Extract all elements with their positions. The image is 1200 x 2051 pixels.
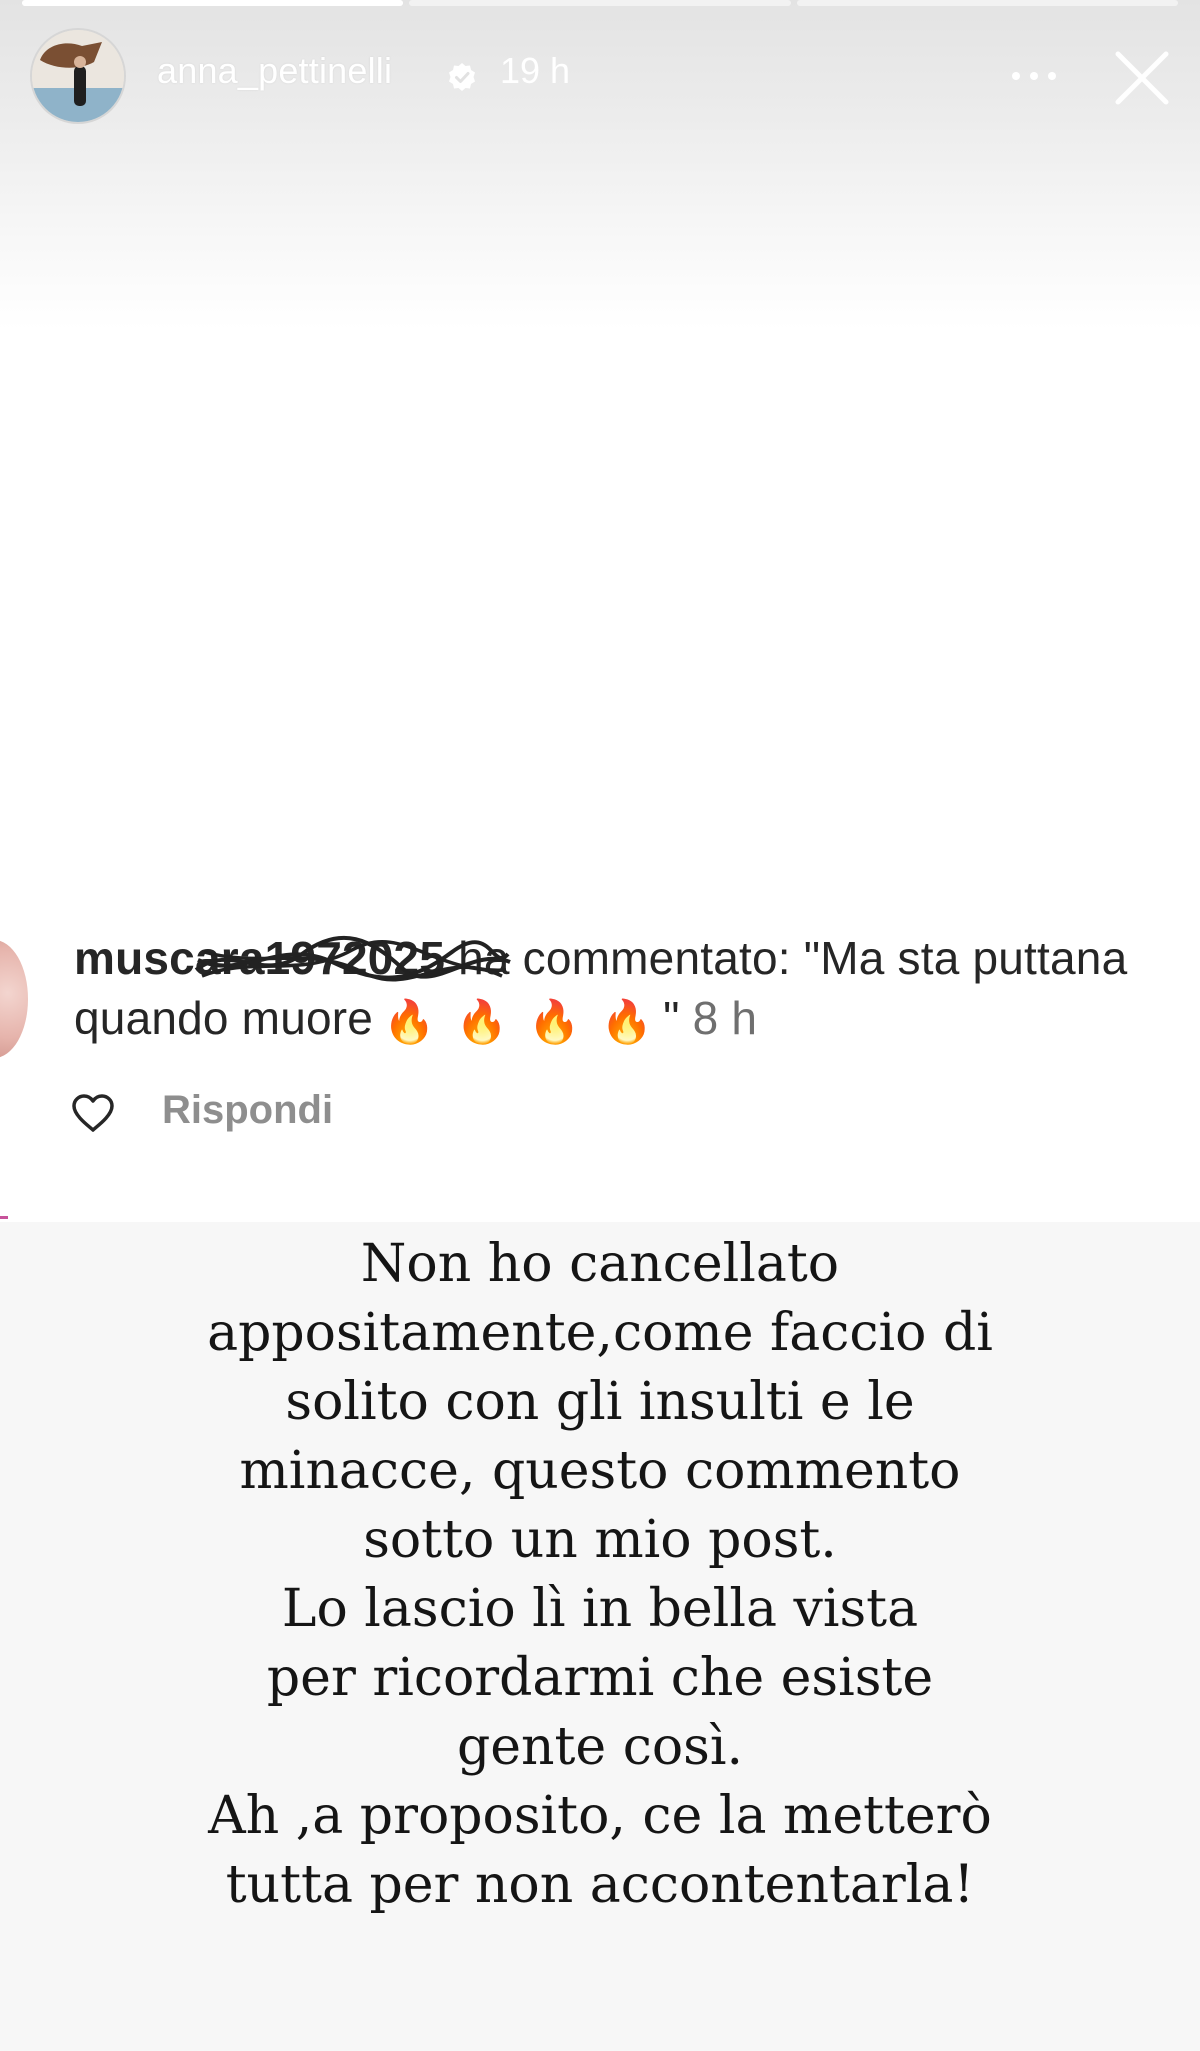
caption-line: appositamente,come faccio di	[207, 1303, 993, 1363]
commenter-avatar	[0, 940, 28, 1058]
caption-line: Non ho cancellato	[360, 1234, 840, 1294]
comment-closing-quote: "	[663, 992, 680, 1044]
comment-timestamp: 8 h	[692, 992, 758, 1044]
story-progress-segment	[796, 0, 1178, 6]
more-horizontal-icon	[1012, 72, 1056, 80]
caption-line: per ricordarmi che esiste	[266, 1648, 934, 1708]
caption-line: minacce, questo commento	[239, 1441, 961, 1501]
verified-badge-icon	[449, 63, 475, 91]
story-progress-segment	[22, 0, 404, 6]
caption-line: Lo lascio lì in bella vista	[281, 1579, 919, 1639]
profile-avatar[interactable]	[32, 30, 124, 122]
comment-screenshot: muscara1972025 ha commentato: "Ma sta pu…	[0, 880, 1200, 1220]
story-caption: Non ho cancellato appositamente,come fac…	[100, 1230, 1100, 1920]
avatar-image	[32, 30, 124, 122]
like-comment-button[interactable]	[70, 1092, 116, 1134]
caption-line: gente così.	[456, 1717, 744, 1777]
story-timestamp: 19 h	[500, 50, 571, 91]
fire-emoji: 🔥	[600, 997, 654, 1045]
heart-outline-icon	[72, 1094, 114, 1132]
divider-mark	[0, 1216, 8, 1219]
close-icon	[1115, 51, 1169, 105]
fire-emoji: 🔥	[455, 997, 509, 1045]
story-progress-segment	[409, 0, 791, 6]
comment-body: muscara1972025 ha commentato: "Ma sta pu…	[74, 928, 1174, 1048]
story-progress-fill	[22, 0, 404, 6]
fire-emoji: 🔥	[383, 997, 436, 1045]
more-options-button[interactable]	[1004, 56, 1064, 96]
commenter-username-text: muscara1972025	[74, 932, 446, 984]
caption-line: solito con gli insulti e le	[285, 1372, 915, 1432]
fire-emoji: 🔥	[528, 997, 581, 1045]
caption-line: Ah ,a proposito, ce la metterò	[208, 1786, 992, 1846]
reply-button[interactable]: Rispondi	[162, 1088, 333, 1133]
story-header: anna_pettinelli 19 h	[0, 24, 1200, 128]
caption-line: sotto un mio post.	[363, 1510, 837, 1570]
commenter-username: muscara1972025	[74, 932, 511, 984]
close-story-button[interactable]	[1110, 46, 1174, 110]
caption-line: tutta per non accontentarla!	[225, 1855, 975, 1915]
story-username[interactable]: anna_pettinelli	[157, 50, 392, 92]
story-viewer[interactable]: anna_pettinelli 19 h muscara1972025 ha c…	[0, 0, 1200, 2051]
